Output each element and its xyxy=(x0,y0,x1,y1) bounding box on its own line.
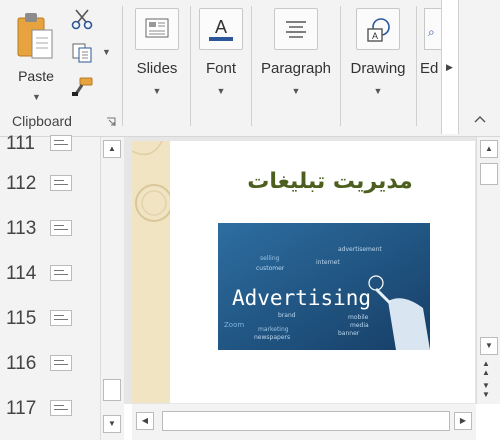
advertising-image[interactable]: selling customer internet mobile brand m… xyxy=(218,223,430,350)
align-icon xyxy=(274,8,318,50)
chevron-down-icon: ▼ xyxy=(152,86,162,96)
scroll-down-button[interactable]: ▼ xyxy=(480,337,498,355)
chevron-right-icon: ▶ xyxy=(446,62,453,72)
group-divider xyxy=(122,6,123,126)
slide-number: 112 xyxy=(6,173,37,194)
next-slide-button[interactable]: ▼ ▼ xyxy=(482,381,490,399)
slide-number: 114 xyxy=(6,263,37,284)
copy-button[interactable]: ▼ xyxy=(70,42,112,66)
slide-decoration-band xyxy=(131,140,173,403)
chevron-up-icon: ▲ xyxy=(108,144,116,153)
font-button[interactable]: A Font ▼ xyxy=(194,6,248,106)
chevron-down-icon: ▼ xyxy=(32,92,41,102)
slide-canvas[interactable]: مدیریت تبلیغات selling customer internet… xyxy=(131,140,475,403)
svg-text:selling: selling xyxy=(260,255,280,262)
slides-button[interactable]: Slides ▼ xyxy=(128,6,186,106)
slide-number: 117 xyxy=(6,398,37,419)
group-divider xyxy=(416,6,417,126)
scroll-up-button[interactable]: ▲ xyxy=(480,140,498,158)
svg-text:media: media xyxy=(350,322,369,329)
drawing-button[interactable]: A Drawing ▼ xyxy=(343,6,413,106)
format-painter-icon xyxy=(72,77,93,96)
group-divider xyxy=(340,6,341,126)
scroll-left-button[interactable]: ◀ xyxy=(136,412,154,430)
chevron-left-icon: ◀ xyxy=(141,416,149,425)
slide-thumbnail[interactable] xyxy=(50,175,72,191)
drawing-label: Drawing xyxy=(350,60,406,77)
previous-slide-button[interactable]: ▲ ▲ xyxy=(482,359,490,377)
slide-number: 111 xyxy=(6,133,35,154)
slide-thumbnail[interactable] xyxy=(50,265,72,281)
svg-text:brand: brand xyxy=(278,312,296,319)
font-label: Font xyxy=(205,60,236,77)
shapes-icon: A xyxy=(356,8,400,50)
svg-text:marketing: marketing xyxy=(258,326,289,333)
ribbon: Paste ▼ ▼ Clipboard Slides ▼ A Font ▼ Pa… xyxy=(0,0,500,137)
scroll-thumb[interactable] xyxy=(162,411,450,431)
chevron-down-icon: ▼ xyxy=(485,341,493,350)
slide-thumbnail-row[interactable]: 117 xyxy=(0,390,100,434)
svg-text:newspapers: newspapers xyxy=(254,334,290,341)
paragraph-button[interactable]: Paragraph ▼ xyxy=(255,6,337,106)
slide-thumbnail-row[interactable]: 116 xyxy=(0,345,100,389)
chevron-down-icon: ▼ xyxy=(373,86,383,96)
ribbon-scroll-right[interactable]: ▶ xyxy=(441,0,459,134)
copy-icon xyxy=(72,43,92,63)
group-divider xyxy=(251,6,252,126)
scroll-right-button[interactable]: ▶ xyxy=(454,412,472,430)
slide-thumbnail[interactable] xyxy=(50,220,72,236)
svg-text:customer: customer xyxy=(256,265,285,272)
slide-number: 113 xyxy=(6,218,37,239)
chevron-down-icon: ▼ xyxy=(108,419,116,428)
scroll-down-button[interactable]: ▼ xyxy=(103,415,121,433)
format-painter-button[interactable] xyxy=(70,76,98,100)
slide-title[interactable]: مدیریت تبلیغات xyxy=(190,169,470,194)
chevron-up-icon: ▲ xyxy=(485,144,493,153)
slide-vertical-scrollbar[interactable]: ▲ ▼ ▲ ▲ ▼ ▼ xyxy=(476,137,500,404)
editing-button[interactable]: ⌕ Ed xyxy=(418,6,441,106)
slide-thumbnail[interactable] xyxy=(50,135,72,151)
editing-label: Ed xyxy=(420,60,439,77)
slide-thumbnail-row[interactable]: 111 xyxy=(0,125,100,169)
chevron-down-icon: ▼ xyxy=(216,86,226,96)
slide-thumbnail[interactable] xyxy=(50,355,72,371)
paste-label: Paste xyxy=(18,68,54,84)
editing-icon: ⌕ xyxy=(424,8,441,50)
svg-text:advertisement: advertisement xyxy=(338,246,382,253)
chevron-right-icon: ▶ xyxy=(459,416,467,425)
svg-text:A: A xyxy=(215,17,227,37)
paste-button[interactable]: Paste ▼ xyxy=(8,6,64,102)
chevron-down-icon: ▼ xyxy=(291,86,301,96)
slide-thumbnail-row[interactable]: 115 xyxy=(0,300,100,344)
collapse-ribbon-icon[interactable] xyxy=(472,112,488,126)
scroll-thumb[interactable] xyxy=(103,379,121,401)
thumbnail-scrollbar[interactable]: ▲ ▼ xyxy=(100,137,124,440)
svg-text:banner: banner xyxy=(338,330,360,337)
group-divider xyxy=(190,6,191,126)
cut-button[interactable] xyxy=(70,8,98,32)
scroll-up-button[interactable]: ▲ xyxy=(103,140,121,158)
svg-text:Zoom: Zoom xyxy=(224,321,244,329)
paste-icon xyxy=(17,13,53,59)
slide-thumbnail-row[interactable]: 113 xyxy=(0,210,100,254)
slide-thumbnail-row[interactable]: 114 xyxy=(0,255,100,299)
slide-thumbnail[interactable] xyxy=(50,400,72,416)
paragraph-label: Paragraph xyxy=(260,60,332,77)
slide-thumbnail-row[interactable]: 112 xyxy=(0,165,100,209)
svg-text:internet: internet xyxy=(316,259,340,266)
font-color-icon: A xyxy=(199,8,243,50)
slides-icon xyxy=(135,8,179,50)
slide-number: 116 xyxy=(6,353,37,374)
slide-horizontal-scrollbar[interactable]: ◀ ▶ xyxy=(132,404,476,440)
cut-icon xyxy=(71,9,93,30)
scroll-thumb[interactable] xyxy=(480,163,498,185)
svg-text:A: A xyxy=(372,31,378,41)
svg-text:mobile: mobile xyxy=(348,314,369,321)
slide-thumbnail[interactable] xyxy=(50,310,72,326)
chevron-down-icon: ▼ xyxy=(102,47,111,57)
dialog-launcher-icon[interactable] xyxy=(106,117,116,127)
slides-label: Slides xyxy=(136,60,178,77)
svg-text:Advertising: Advertising xyxy=(232,286,371,310)
slide-number: 115 xyxy=(6,308,37,329)
